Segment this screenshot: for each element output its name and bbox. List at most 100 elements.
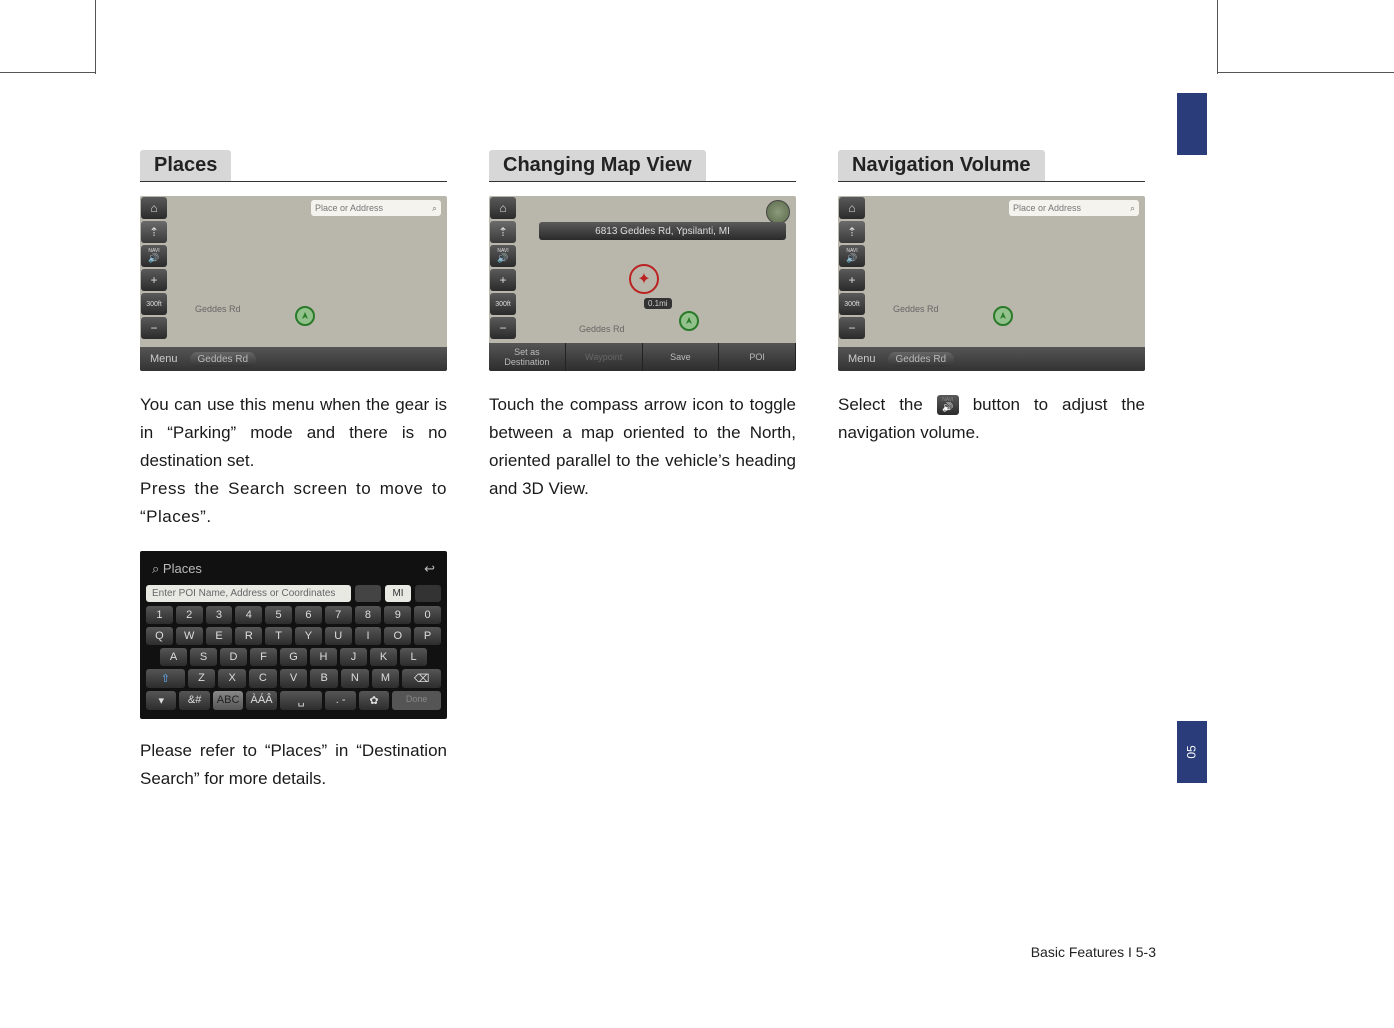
side-tab-number: 05 — [1177, 721, 1207, 783]
key[interactable]: N — [341, 669, 369, 688]
target-icon: ✦ — [629, 264, 659, 294]
back-icon[interactable]: ↩ — [424, 561, 435, 577]
scale-icon[interactable]: 300ft — [839, 293, 865, 315]
key[interactable]: S — [190, 648, 217, 666]
zoom-in-icon[interactable]: + — [839, 269, 865, 291]
key[interactable]: J — [340, 648, 367, 666]
distance-pill: 0.1mi — [644, 298, 672, 309]
key[interactable]: 3 — [206, 606, 233, 624]
section-title-nav-volume: Navigation Volume — [838, 150, 1045, 181]
keyboard-row-numbers: 1 2 3 4 5 6 7 8 9 0 — [146, 606, 441, 624]
key[interactable]: G — [280, 648, 307, 666]
waypoint-button[interactable]: Waypoint — [566, 343, 643, 371]
home-icon[interactable]: ⌂ — [490, 197, 516, 219]
key[interactable]: Y — [295, 627, 322, 645]
road-label: Geddes Rd — [195, 304, 241, 314]
compass-corner-icon[interactable] — [766, 200, 790, 224]
keyboard-guess-toggle[interactable] — [355, 585, 381, 602]
zoom-in-icon[interactable]: + — [490, 269, 516, 291]
compass-icon[interactable]: ⇡ — [839, 221, 865, 243]
key[interactable]: P — [414, 627, 441, 645]
navi-volume-icon[interactable]: NAVI🔊 — [839, 245, 865, 267]
key[interactable]: E — [206, 627, 233, 645]
scale-icon[interactable]: 300ft — [490, 293, 516, 315]
road-label: Geddes Rd — [893, 304, 939, 314]
key[interactable]: I — [355, 627, 382, 645]
backspace-key[interactable]: ⌫ — [402, 669, 441, 688]
compass-icon[interactable]: ⇡ — [141, 221, 167, 243]
key[interactable]: 4 — [235, 606, 262, 624]
map-bottom-bar: Menu Geddes Rd — [140, 347, 447, 371]
abc-key[interactable]: ABC — [213, 691, 243, 710]
keyboard-input[interactable]: Enter POI Name, Address or Coordinates — [146, 585, 351, 602]
key[interactable]: K — [370, 648, 397, 666]
set-destination-button[interactable]: Set as Destination — [489, 343, 566, 371]
key[interactable]: X — [218, 669, 246, 688]
key[interactable]: 0 — [414, 606, 441, 624]
search-field[interactable]: Place or Address ⌕ — [1009, 200, 1139, 216]
key[interactable]: C — [249, 669, 277, 688]
shift-key[interactable]: ⇧ — [146, 669, 185, 688]
zoom-out-icon[interactable]: − — [839, 317, 865, 339]
keyboard-state[interactable]: MI — [385, 585, 411, 602]
punct-key[interactable]: . - — [325, 691, 355, 710]
key[interactable]: H — [310, 648, 337, 666]
key[interactable]: 8 — [355, 606, 382, 624]
home-icon[interactable]: ⌂ — [839, 197, 865, 219]
content-columns: Places ⌂ ⇡ NAVI🔊 + 300ft − Place or Addr… — [140, 150, 1145, 793]
done-key[interactable]: Done — [392, 691, 441, 710]
poi-button[interactable]: POI — [719, 343, 796, 371]
crop-mark — [1217, 0, 1218, 74]
compass-icon[interactable]: ⇡ — [490, 221, 516, 243]
body-text: Select the button to adjust the navigati… — [838, 391, 1145, 447]
accent-key[interactable]: ÀÁÂ — [246, 691, 276, 710]
key[interactable]: Z — [188, 669, 216, 688]
current-position-icon — [993, 306, 1013, 326]
screenshot-map-view: ⌂ ⇡ NAVI🔊 + 300ft − 6813 Geddes Rd, Ypsi… — [489, 196, 796, 371]
key[interactable]: V — [280, 669, 308, 688]
keyboard-row-qwerty1: Q W E R T Y U I O P — [146, 627, 441, 645]
key[interactable]: 2 — [176, 606, 203, 624]
key[interactable]: D — [220, 648, 247, 666]
key[interactable]: R — [235, 627, 262, 645]
column-changing-map-view: Changing Map View ⌂ ⇡ NAVI🔊 + 300ft − 68… — [489, 150, 796, 793]
key[interactable]: O — [384, 627, 411, 645]
key[interactable]: 6 — [295, 606, 322, 624]
home-icon[interactable]: ⌂ — [141, 197, 167, 219]
menu-button[interactable]: Menu — [842, 351, 882, 367]
keyboard-title: ⌕ Places — [152, 561, 202, 577]
space-key[interactable]: ␣ — [280, 691, 323, 710]
key[interactable]: B — [310, 669, 338, 688]
key[interactable]: M — [372, 669, 400, 688]
section-title-map-view: Changing Map View — [489, 150, 706, 181]
zoom-out-icon[interactable]: − — [141, 317, 167, 339]
keyboard-header: ⌕ Places ↩ — [146, 557, 441, 581]
key[interactable]: A — [160, 648, 187, 666]
keyboard-hide-key[interactable]: ▾ — [146, 691, 176, 710]
key[interactable]: 5 — [265, 606, 292, 624]
menu-button[interactable]: Menu — [144, 351, 184, 367]
zoom-out-icon[interactable]: − — [490, 317, 516, 339]
keyboard-list-toggle[interactable] — [415, 585, 441, 602]
key[interactable]: T — [265, 627, 292, 645]
address-bar: 6813 Geddes Rd, Ypsilanti, MI — [539, 222, 786, 240]
settings-key[interactable]: ✿ — [359, 691, 389, 710]
navi-volume-icon[interactable]: NAVI🔊 — [490, 245, 516, 267]
body-text: Press the Search screen to move to “Plac… — [140, 475, 447, 531]
key[interactable]: Q — [146, 627, 173, 645]
save-button[interactable]: Save — [643, 343, 720, 371]
symbol-key[interactable]: &# — [179, 691, 209, 710]
search-field[interactable]: Place or Address ⌕ — [311, 200, 441, 216]
key[interactable]: L — [400, 648, 427, 666]
key[interactable]: 9 — [384, 606, 411, 624]
key[interactable]: 1 — [146, 606, 173, 624]
scale-icon[interactable]: 300ft — [141, 293, 167, 315]
key[interactable]: F — [250, 648, 277, 666]
navi-volume-icon[interactable]: NAVI🔊 — [141, 245, 167, 267]
key[interactable]: U — [325, 627, 352, 645]
zoom-in-icon[interactable]: + — [141, 269, 167, 291]
search-placeholder: Place or Address — [315, 203, 383, 213]
key[interactable]: W — [176, 627, 203, 645]
road-pill-label: Geddes Rd — [896, 354, 947, 365]
key[interactable]: 7 — [325, 606, 352, 624]
